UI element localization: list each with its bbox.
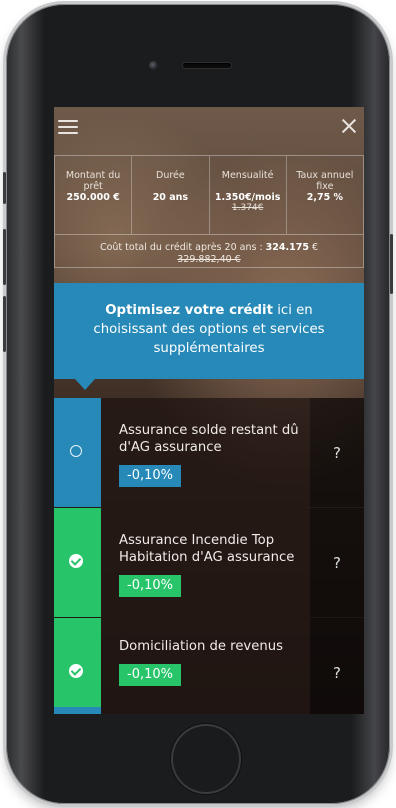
- option-body[interactable]: Domiciliation de revenus -0,10%: [101, 618, 310, 714]
- home-button[interactable]: [171, 724, 241, 794]
- option-title: Domiciliation de revenus: [119, 639, 283, 654]
- options-list: Assurance solde restant dû d'AG assuranc…: [54, 398, 364, 714]
- total-cost-currency: €: [308, 242, 319, 253]
- summary-duration: Durée 20 ans: [132, 156, 210, 234]
- power-button: [390, 234, 393, 294]
- question-mark-icon: ?: [333, 554, 341, 572]
- optimize-bubble: Optimisez votre crédit ici en choisissan…: [54, 283, 364, 379]
- checkmark-icon: [69, 554, 83, 568]
- rate-value: 2,75 %: [306, 192, 343, 203]
- option-title: Assurance solde restant dû d'AG assuranc…: [119, 423, 299, 455]
- monthly-old-value: 1.374€: [231, 203, 264, 213]
- question-mark-icon: ?: [333, 664, 341, 682]
- option-discount-badge: -0,10%: [119, 575, 181, 597]
- unchecked-circle-icon: [70, 445, 82, 457]
- top-bar: [54, 107, 364, 147]
- option-toggle[interactable]: [54, 618, 101, 714]
- option-title: Assurance Incendie Top Habitation d'AG a…: [119, 533, 295, 565]
- option-discount-badge: -0,10%: [119, 465, 181, 487]
- monthly-label: Mensualité: [221, 170, 274, 181]
- optimize-bubble-bold: Optimisez votre crédit: [105, 303, 273, 318]
- option-fire-insurance[interactable]: Assurance Incendie Top Habitation d'AG a…: [54, 508, 364, 618]
- summary-amount: Montant du prêt 250.000 €: [55, 156, 133, 234]
- rate-label: Taux annuel fixe: [296, 170, 354, 192]
- front-camera: [149, 61, 158, 70]
- option-discount-badge: -0,10%: [119, 664, 181, 686]
- option-toggle[interactable]: [54, 508, 101, 617]
- close-icon[interactable]: [340, 117, 358, 135]
- earpiece-speaker: [183, 63, 231, 68]
- summary-rate: Taux annuel fixe 2,75 %: [287, 156, 363, 234]
- option-help-button[interactable]: ?: [310, 618, 364, 714]
- duration-label: Durée: [156, 170, 185, 181]
- monthly-value: 1.350€/mois: [214, 192, 281, 203]
- duration-value: 20 ans: [152, 192, 189, 203]
- option-toggle[interactable]: [54, 398, 101, 507]
- total-cost-old-value: 329.882,40 €: [177, 254, 241, 265]
- total-cost-value: 324.175: [265, 242, 309, 253]
- mute-switch: [3, 172, 6, 204]
- total-cost: Coût total du crédit après 20 ans : 324.…: [55, 235, 363, 266]
- volume-up-button: [3, 229, 6, 285]
- volume-down-button: [3, 296, 6, 352]
- option-body[interactable]: Assurance Incendie Top Habitation d'AG a…: [101, 508, 310, 617]
- hamburger-menu-icon[interactable]: [58, 120, 78, 134]
- option-help-button[interactable]: ?: [310, 508, 364, 617]
- summary-monthly: Mensualité 1.350€/mois 1.374€: [210, 156, 287, 234]
- checkmark-icon: [69, 664, 83, 678]
- bubble-pointer: [75, 379, 95, 390]
- next-option-peek: [54, 707, 101, 714]
- app-screen: Montant du prêt 250.000 € Durée 20 ans M…: [54, 107, 364, 714]
- option-body[interactable]: Assurance solde restant dû d'AG assuranc…: [101, 398, 310, 507]
- option-help-button[interactable]: ?: [310, 398, 364, 507]
- option-income-domiciliation[interactable]: Domiciliation de revenus -0,10% ?: [54, 618, 364, 714]
- amount-value: 250.000 €: [66, 192, 120, 203]
- amount-label: Montant du prêt: [65, 170, 121, 192]
- loan-summary: Montant du prêt 250.000 € Durée 20 ans M…: [54, 155, 364, 268]
- question-mark-icon: ?: [333, 444, 341, 462]
- option-life-insurance[interactable]: Assurance solde restant dû d'AG assuranc…: [54, 398, 364, 508]
- total-cost-label: Coût total du crédit après 20 ans :: [99, 242, 266, 253]
